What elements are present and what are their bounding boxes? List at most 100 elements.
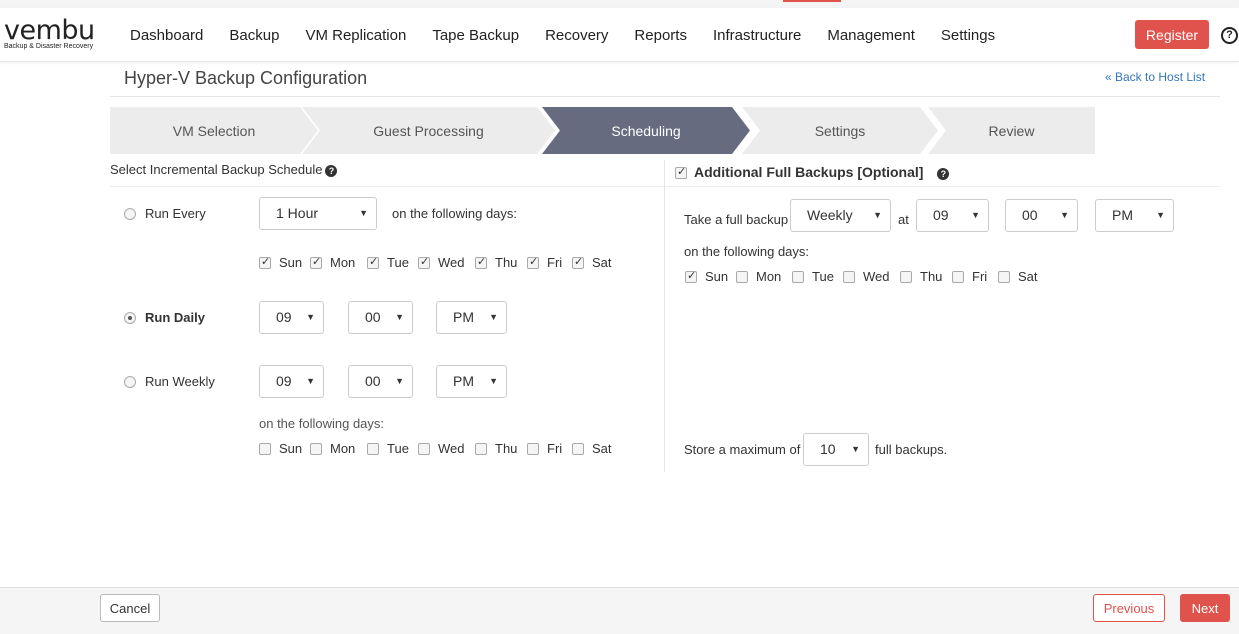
run-daily-ampm-select[interactable]: PM ▼ <box>436 301 507 334</box>
chevron-down-icon: ▼ <box>395 312 404 322</box>
nav-reports[interactable]: Reports <box>621 27 700 44</box>
nav-infrastructure[interactable]: Infrastructure <box>700 27 814 44</box>
run-weekly-day-checkbox-tue[interactable] <box>367 443 379 455</box>
run-daily-minute-select[interactable]: 00 ▼ <box>348 301 413 334</box>
full-backup-day-checkbox-thu[interactable] <box>900 271 912 283</box>
nav-vm-replication[interactable]: VM Replication <box>292 27 419 44</box>
run-daily-label: Run Daily <box>145 310 205 325</box>
top-header: vembu Backup & Disaster Recovery Dashboa… <box>0 8 1239 62</box>
full-backup-days-label: on the following days: <box>684 244 810 259</box>
day-label: Wed <box>863 269 890 284</box>
full-backup-frequency-select[interactable]: Weekly ▼ <box>790 199 891 232</box>
store-maximum-select[interactable]: 10 ▼ <box>803 433 869 466</box>
run-every-day-checkbox-mon[interactable] <box>310 255 322 269</box>
register-button[interactable]: Register <box>1135 20 1209 49</box>
full-backup-ampm-value: PM <box>1112 207 1133 223</box>
run-every-radio[interactable] <box>124 208 136 220</box>
run-daily-radio[interactable] <box>124 312 136 324</box>
step-review[interactable]: Review <box>928 107 1095 154</box>
run-weekly-day-checkbox-wed[interactable] <box>418 443 430 455</box>
full-backup-day-checkbox-sat[interactable] <box>998 271 1010 283</box>
full-backup-day-checkbox-fri[interactable] <box>952 271 964 283</box>
run-daily-ampm-value: PM <box>453 309 474 325</box>
full-backup-day-checkbox-sun[interactable] <box>685 269 697 283</box>
previous-button[interactable]: Previous <box>1093 594 1165 622</box>
run-every-day-checkbox-sun[interactable] <box>259 255 271 269</box>
day-label: Thu <box>495 441 518 456</box>
run-every-day-checkbox-sat[interactable] <box>572 255 584 269</box>
store-maximum-value: 10 <box>820 441 836 457</box>
nav-dashboard[interactable]: Dashboard <box>117 27 216 44</box>
day-label: Mon <box>330 255 356 270</box>
chevron-down-icon: ▼ <box>306 312 315 322</box>
back-to-host-list-link[interactable]: « Back to Host List <box>1105 70 1205 84</box>
run-weekly-hour-select[interactable]: 09 ▼ <box>259 365 324 398</box>
footer-bar: Cancel Previous Next <box>0 587 1239 634</box>
run-weekly-day-checkbox-sun[interactable] <box>259 443 271 455</box>
day-label: Tue <box>387 441 409 456</box>
run-every-day-checkbox-wed[interactable] <box>418 255 430 269</box>
full-backup-minute-select[interactable]: 00 ▼ <box>1005 199 1078 232</box>
nav-recovery[interactable]: Recovery <box>532 27 621 44</box>
nav-settings[interactable]: Settings <box>928 27 1008 44</box>
step-guest-processing[interactable]: Guest Processing <box>302 107 555 154</box>
step-vm-selection[interactable]: VM Selection <box>110 107 318 154</box>
run-every-day-checkbox-thu[interactable] <box>475 255 487 269</box>
nav-backup[interactable]: Backup <box>216 27 292 44</box>
run-weekly-day-checkbox-mon[interactable] <box>310 443 322 455</box>
nav-tape-backup[interactable]: Tape Backup <box>419 27 532 44</box>
logo-word: vembu <box>4 15 95 46</box>
next-button[interactable]: Next <box>1180 594 1230 622</box>
title-divider <box>110 96 1220 97</box>
top-notice-strip <box>0 0 1239 8</box>
chevron-down-icon: ▼ <box>1156 210 1165 220</box>
at-label: at <box>898 212 909 227</box>
day-label: Fri <box>547 441 563 456</box>
day-label: Sat <box>1018 269 1038 284</box>
run-weekly-minute-select[interactable]: 00 ▼ <box>348 365 413 398</box>
day-label: Fri <box>547 255 563 270</box>
day-label: Sun <box>279 255 303 270</box>
day-label: Tue <box>387 255 409 270</box>
question-icon[interactable]: ? <box>937 168 950 180</box>
full-backup-frequency-value: Weekly <box>807 207 853 223</box>
run-weekly-day-checkbox-sat[interactable] <box>572 443 584 455</box>
run-every-label: Run Every <box>145 206 206 221</box>
help-icon[interactable]: ? <box>1221 27 1238 44</box>
day-label: Mon <box>330 441 356 456</box>
vembu-logo[interactable]: vembu Backup & Disaster Recovery <box>4 15 108 50</box>
logo-tagline: Backup & Disaster Recovery <box>4 43 94 50</box>
additional-full-backups-checkbox[interactable] <box>675 165 687 179</box>
day-label: Sun <box>705 269 729 284</box>
step-scheduling[interactable]: Scheduling <box>542 107 750 154</box>
day-label: Sat <box>592 255 612 270</box>
step-settings[interactable]: Settings <box>742 107 938 154</box>
day-label: Fri <box>972 269 988 284</box>
nav-management[interactable]: Management <box>814 27 928 44</box>
full-backup-ampm-select[interactable]: PM ▼ <box>1095 199 1174 232</box>
run-every-interval-select[interactable]: 1 Hour ▼ <box>259 197 377 230</box>
full-backup-hour-select[interactable]: 09 ▼ <box>916 199 989 232</box>
run-weekly-day-checkbox-fri[interactable] <box>527 443 539 455</box>
chevron-down-icon: ▼ <box>873 210 882 220</box>
cancel-button[interactable]: Cancel <box>100 594 160 622</box>
run-weekly-day-checkbox-thu[interactable] <box>475 443 487 455</box>
run-every-day-checkbox-fri[interactable] <box>527 255 539 269</box>
run-daily-hour-select[interactable]: 09 ▼ <box>259 301 324 334</box>
run-weekly-ampm-select[interactable]: PM ▼ <box>436 365 507 398</box>
chevron-down-icon: ▼ <box>971 210 980 220</box>
full-backup-day-checkbox-tue[interactable] <box>792 271 804 283</box>
notice-link-underline <box>783 0 841 2</box>
full-backup-day-checkbox-wed[interactable] <box>843 271 855 283</box>
chevron-down-icon: ▼ <box>359 208 368 218</box>
additional-full-backups-title: Additional Full Backups [Optional] ? <box>694 164 950 180</box>
full-backup-hour-value: 09 <box>933 207 949 223</box>
day-label: Wed <box>438 255 465 270</box>
day-label: Sun <box>279 441 303 456</box>
run-daily-minute-value: 00 <box>365 309 381 325</box>
question-icon[interactable]: ? <box>325 165 338 177</box>
day-label: Sat <box>592 441 612 456</box>
run-every-day-checkbox-tue[interactable] <box>367 255 379 269</box>
run-weekly-radio[interactable] <box>124 376 136 388</box>
full-backup-day-checkbox-mon[interactable] <box>736 271 748 283</box>
